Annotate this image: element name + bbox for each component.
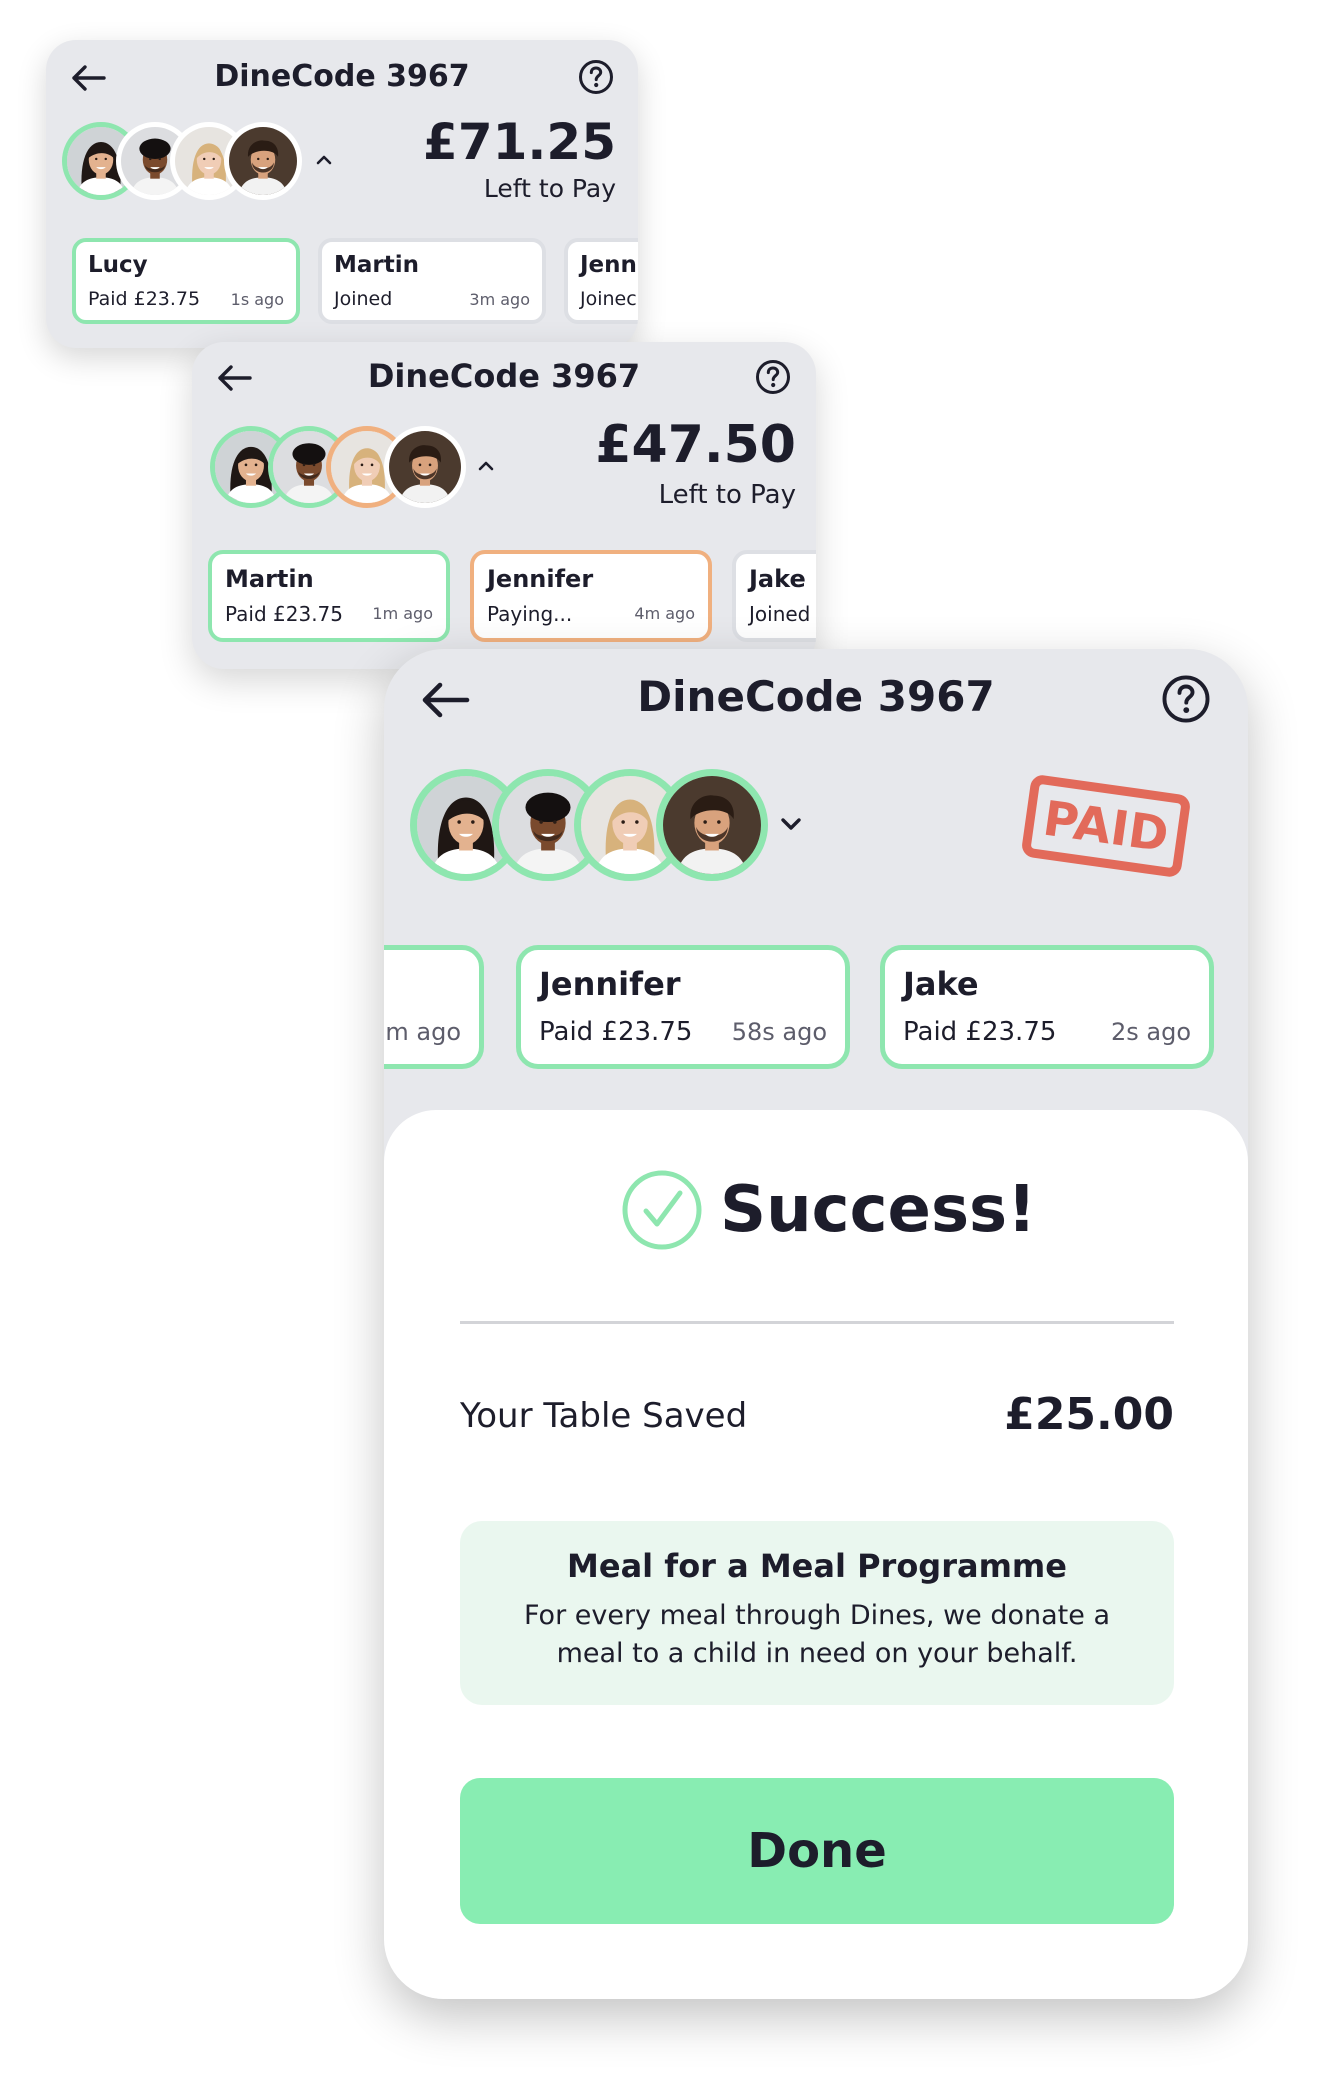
promo-line-2: meal to a child in need on your behalf. [556,1638,1078,1669]
guest-card[interactable]: Jennifer Paying... 4m ago [470,550,712,642]
meal-programme-card: Meal for a Meal Programme For every meal… [460,1521,1174,1705]
chevron-down-icon[interactable] [776,809,806,839]
back-arrow-icon[interactable] [214,358,254,398]
guest-status: Joined [334,288,393,310]
promo-line-1: For every meal through Dines, we donate … [523,1600,1110,1631]
screen-1: DineCode 3967 £71.25 Left to Pay Lucy Pa… [46,40,638,348]
guest-status: Paid £23.75 [903,1017,1057,1047]
guest-time: 1m ago [372,604,433,623]
chevron-up-icon[interactable] [474,454,498,478]
saved-label: Your Table Saved [460,1396,748,1436]
page-title: DineCode 3967 [367,357,641,395]
guest-status: Paid £23.75 [88,288,201,310]
success-sheet: Success! Your Table Saved £25.00 Meal fo… [384,1110,1248,1999]
promo-title: Meal for a Meal Programme [567,1547,1067,1585]
guest-name: Martin [334,252,420,278]
chevron-up-icon[interactable] [312,148,336,172]
guest-card[interactable]: Jenn Joinec [564,238,638,324]
success-title: Success! [720,1173,1037,1247]
guest-time: 1s ago [230,290,284,309]
amount-label: Left to Pay [483,174,616,203]
avatar[interactable] [384,426,466,508]
guest-status: Joinec [580,288,637,310]
divider [460,1321,1174,1324]
guest-card[interactable]: 2m ago [384,945,484,1069]
guest-status: Paid £23.75 [225,602,344,626]
help-icon[interactable] [752,356,794,398]
avatar[interactable] [656,769,768,881]
amount-label: Left to Pay [658,480,796,510]
guest-time: 3m ago [469,290,530,309]
guest-card[interactable]: Lucy Paid £23.75 1s ago [72,238,300,324]
guest-card[interactable]: Jake Paid £23.75 2s ago [880,945,1214,1069]
guest-card[interactable]: Martin Paid £23.75 1m ago [208,550,450,642]
guest-name: Jake [903,965,979,1003]
saved-amount: £25.00 [1004,1389,1174,1440]
paid-stamp: PAID [1020,773,1192,879]
guest-card[interactable]: Martin Joined 3m ago [318,238,546,324]
screen-3: DineCode 3967 PAID m ago Jennifer Paid £… [384,649,1248,1999]
back-arrow-icon[interactable] [418,673,472,727]
guest-name: Jenn [580,252,637,278]
guest-time: 2m ago [384,1018,461,1046]
guest-time: 4m ago [634,604,695,623]
screen-2: DineCode 3967 £47.50 Left to Pay Martin … [192,342,816,669]
guest-card[interactable]: Jennifer Paid £23.75 58s ago [516,945,850,1069]
back-arrow-icon[interactable] [68,58,108,98]
avatar[interactable] [224,122,302,200]
guest-name: Lucy [88,252,148,278]
guest-name: Jake [749,565,806,593]
help-icon[interactable] [576,57,616,97]
guest-name: Martin [225,565,314,593]
guest-name: Jennifer [539,965,681,1003]
amount-left: £71.25 [423,113,616,171]
check-circle-icon [620,1168,704,1252]
guest-name: Jennifer [487,565,594,593]
stage: DineCode 3967 £71.25 Left to Pay Lucy Pa… [0,0,1322,2077]
guest-status: Joined [749,602,811,626]
guest-status: Paying... [487,602,573,626]
done-button[interactable]: Done [460,1778,1174,1924]
help-icon[interactable] [1158,671,1214,727]
page-title: DineCode 3967 [637,672,995,721]
guest-time: 58s ago [731,1018,827,1046]
guest-status: Paid £23.75 [539,1017,693,1047]
page-title: DineCode 3967 [214,59,470,94]
amount-left: £47.50 [595,415,796,475]
guest-card[interactable]: Jake Joined [732,550,816,642]
guest-time: 2s ago [1110,1018,1191,1046]
